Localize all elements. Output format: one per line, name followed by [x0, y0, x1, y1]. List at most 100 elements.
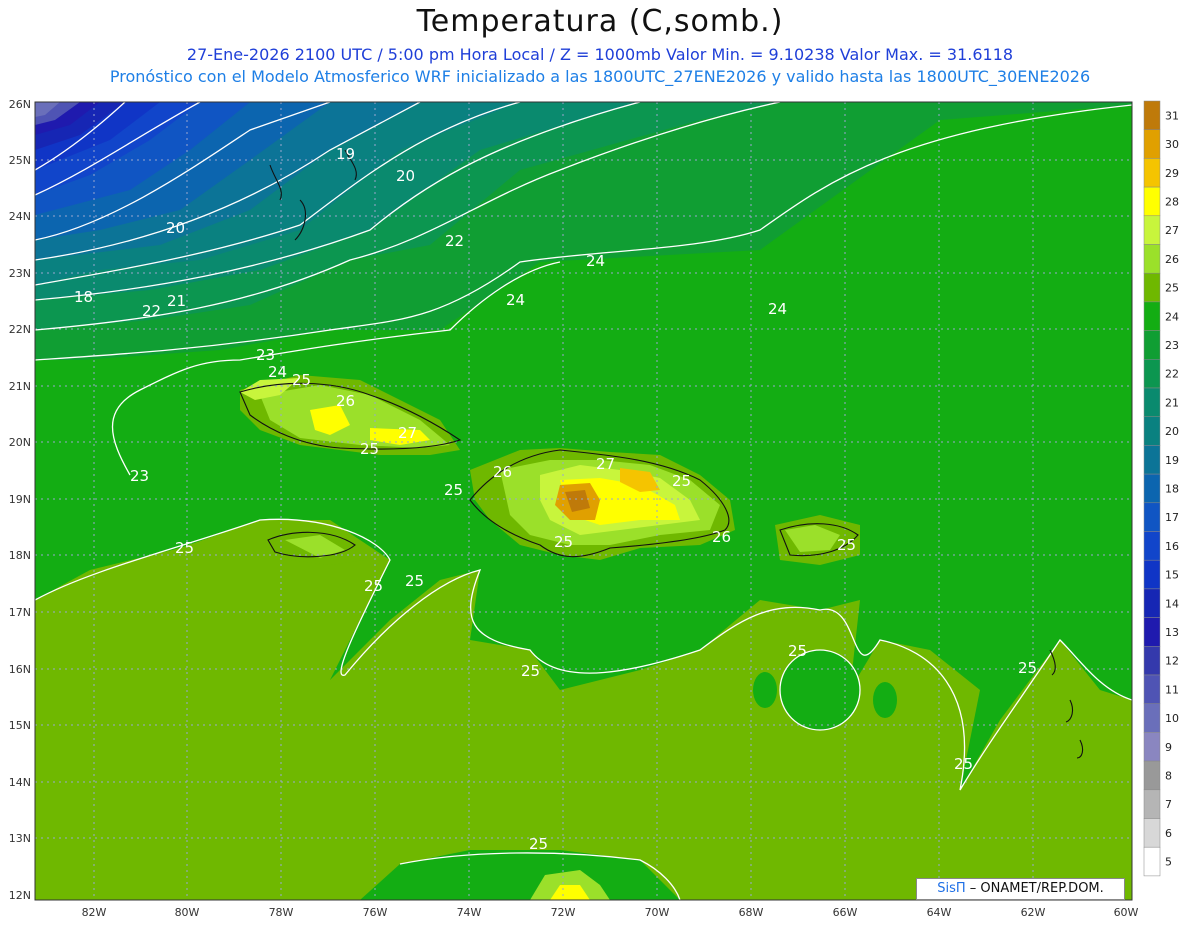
legend-swatch — [1143, 732, 1161, 762]
contour-label: 24 — [506, 291, 525, 309]
contour-label: 23 — [256, 346, 275, 364]
lat-tick: 18N — [9, 549, 31, 562]
legend-label: 5 — [1165, 856, 1172, 869]
legend-swatch — [1143, 359, 1161, 389]
lat-tick: 16N — [9, 663, 31, 676]
legend-swatch — [1143, 215, 1161, 245]
lat-tick: 14N — [9, 776, 31, 789]
contour-label: 25 — [360, 440, 379, 458]
contour-label: 25 — [405, 572, 424, 590]
lon-tick: 76W — [363, 906, 388, 919]
legend-label: 11 — [1165, 683, 1179, 696]
lon-axis: 82W 80W 78W 76W 74W 72W 70W 68W 66W 64W … — [82, 906, 1139, 919]
legend-swatch — [1143, 646, 1161, 676]
lat-tick: 24N — [9, 210, 31, 223]
lat-tick: 19N — [9, 493, 31, 506]
legend-label: 13 — [1165, 626, 1179, 639]
legend-label: 26 — [1165, 253, 1179, 266]
lon-tick: 68W — [739, 906, 764, 919]
legend-label: 20 — [1165, 425, 1179, 438]
lon-tick: 82W — [82, 906, 107, 919]
contour-label: 26 — [336, 392, 355, 410]
legend-label: 27 — [1165, 224, 1179, 237]
lat-tick: 12N — [9, 889, 31, 902]
contour-label: 20 — [166, 219, 185, 237]
contour-label: 20 — [396, 167, 415, 185]
legend-label: 19 — [1165, 454, 1179, 467]
legend-swatch — [1143, 416, 1161, 446]
contour-label: 22 — [445, 232, 464, 250]
legend-label: 23 — [1165, 339, 1179, 352]
contour-label: 25 — [364, 577, 383, 595]
legend-swatch — [1143, 617, 1161, 647]
legend-swatch — [1143, 559, 1161, 590]
legend-swatch — [1143, 387, 1161, 417]
legend-swatch — [1143, 445, 1161, 475]
legend-swatch — [1143, 588, 1161, 618]
legend-swatch — [1143, 129, 1161, 159]
contour-label: 25 — [554, 533, 573, 551]
lon-tick: 80W — [175, 906, 200, 919]
lon-tick: 74W — [457, 906, 482, 919]
credit-brand: SisΠ — [937, 881, 966, 896]
legend-swatch — [1143, 502, 1161, 532]
shaded-field: 19 20 20 22 24 24 24 18 22 21 23 24 25 2… — [35, 102, 1132, 900]
contour-label: 25 — [521, 662, 540, 680]
credit-box: SisΠ – ONAMET/REP.DOM. — [916, 878, 1125, 900]
temperature-map: 19 20 20 22 24 24 24 18 22 21 23 24 25 2… — [9, 98, 1179, 919]
legend-label: 29 — [1165, 167, 1179, 180]
legend-swatch — [1143, 330, 1161, 360]
lon-tick: 72W — [551, 906, 576, 919]
legend-label: 16 — [1165, 540, 1179, 553]
legend-label: 22 — [1165, 368, 1179, 381]
legend-label: 28 — [1165, 195, 1179, 208]
contour-label: 24 — [768, 300, 787, 318]
contour-label: 25 — [788, 642, 807, 660]
legend-swatch — [1143, 789, 1161, 819]
legend-label: 9 — [1165, 741, 1172, 754]
contour-label: 25 — [1018, 659, 1037, 677]
legend-label: 14 — [1165, 597, 1179, 610]
contour-label: 21 — [167, 292, 186, 310]
legend-label: 18 — [1165, 482, 1179, 495]
contour-label: 18 — [74, 288, 93, 306]
contour-label: 25 — [837, 536, 856, 554]
lon-tick: 70W — [645, 906, 670, 919]
lon-tick: 62W — [1021, 906, 1046, 919]
legend-swatch — [1143, 301, 1161, 331]
legend-label: 12 — [1165, 655, 1179, 668]
contour-label: 23 — [130, 467, 149, 485]
contour-label: 25 — [444, 481, 463, 499]
legend-label: 6 — [1165, 827, 1172, 840]
lon-tick: 60W — [1114, 906, 1139, 919]
contour-label: 27 — [596, 455, 615, 473]
contour-label: 25 — [175, 539, 194, 557]
lat-tick: 25N — [9, 154, 31, 167]
contour-label: 24 — [268, 363, 287, 381]
lat-tick: 22N — [9, 323, 31, 336]
contour-label: 27 — [398, 424, 417, 442]
legend-swatch — [1143, 473, 1161, 504]
legend-swatch — [1143, 100, 1161, 130]
legend-swatch — [1143, 818, 1161, 848]
legend-label: 31 — [1165, 109, 1179, 122]
lat-tick: 20N — [9, 436, 31, 449]
legend-swatch — [1143, 674, 1161, 704]
legend-swatch — [1143, 531, 1161, 561]
credit-text: – ONAMET/REP.DOM. — [965, 881, 1104, 896]
legend-label: 17 — [1165, 511, 1179, 524]
legend-label: 8 — [1165, 769, 1172, 782]
contour-label: 26 — [712, 528, 731, 546]
contour-label: 25 — [529, 835, 548, 853]
contour-label: 25 — [292, 371, 311, 389]
legend-label: 10 — [1165, 712, 1179, 725]
lon-tick: 64W — [927, 906, 952, 919]
legend-label: 21 — [1165, 396, 1179, 409]
contour-label: 26 — [493, 463, 512, 481]
lon-tick: 66W — [833, 906, 858, 919]
legend-swatch — [1143, 244, 1161, 274]
contour-label: 25 — [672, 472, 691, 490]
legend-swatch — [1143, 186, 1161, 217]
lat-tick: 26N — [9, 98, 31, 111]
legend-swatch — [1143, 703, 1161, 733]
